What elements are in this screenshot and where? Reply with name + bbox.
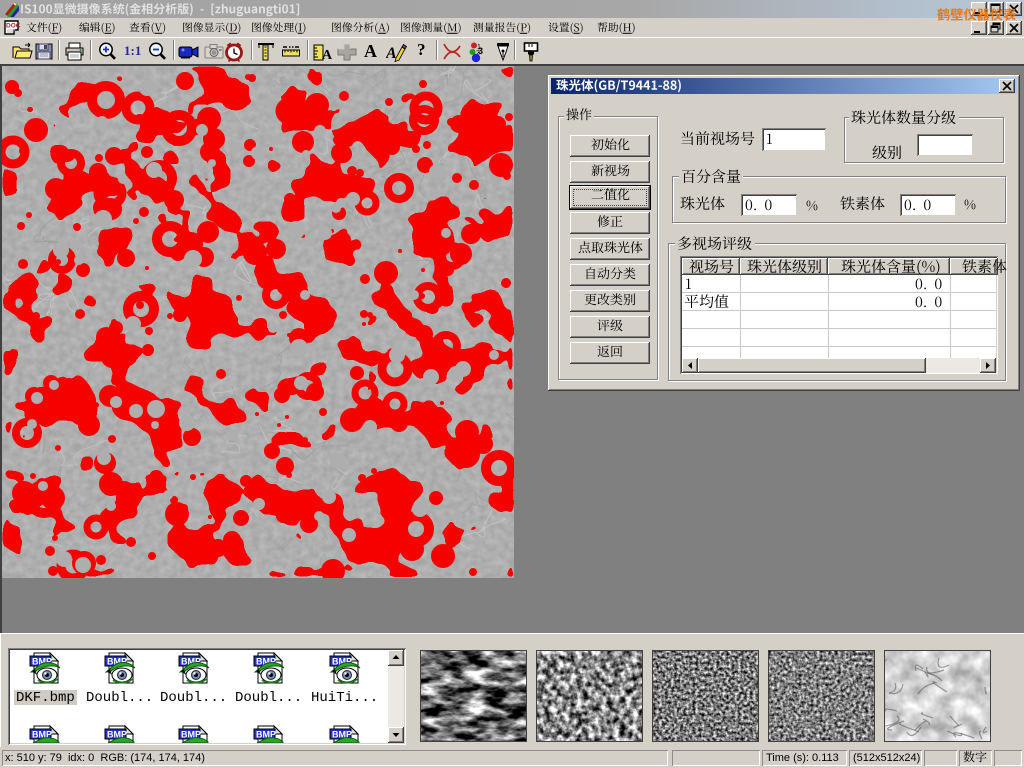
svg-text:3: 3	[478, 46, 483, 56]
svg-text:DOC: DOC	[6, 23, 20, 30]
svg-text:A: A	[322, 48, 333, 63]
